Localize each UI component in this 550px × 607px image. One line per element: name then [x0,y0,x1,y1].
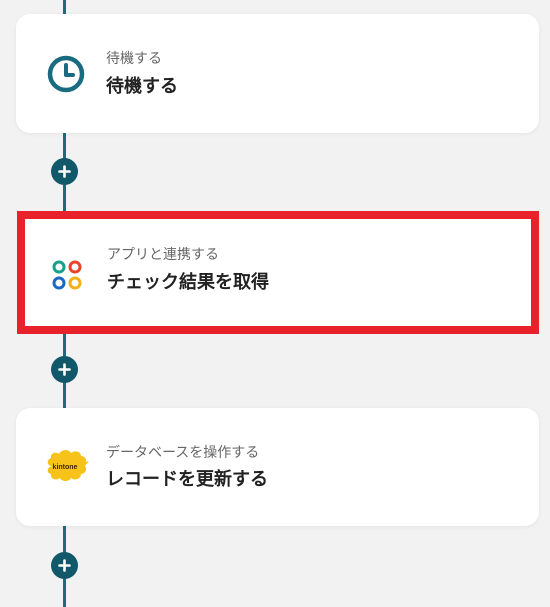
step-card-app-integration[interactable]: アプリと連携する チェック結果を取得 [17,211,539,334]
kintone-logo-icon: kintone [42,444,92,488]
step-card-wait[interactable]: 待機する 待機する [16,14,539,133]
clock-icon [44,52,88,96]
plus-icon [58,363,71,376]
step-title: チェック結果を取得 [107,272,269,293]
step-category-label: データベースを操作する [106,445,260,461]
add-step-button[interactable] [51,356,78,383]
svg-text:kintone: kintone [53,464,78,471]
step-title: 待機する [106,76,178,97]
add-step-button[interactable] [51,158,78,185]
plus-icon [58,559,71,572]
step-title: レコードを更新する [106,469,268,490]
add-step-button[interactable] [51,552,78,579]
step-card-database[interactable]: kintone データベースを操作する レコードを更新する [16,408,539,526]
app-integration-icon [45,253,89,297]
step-category-label: アプリと連携する [107,247,219,263]
plus-icon [58,165,71,178]
step-category-label: 待機する [106,51,162,67]
flow-connector-line [63,0,66,14]
